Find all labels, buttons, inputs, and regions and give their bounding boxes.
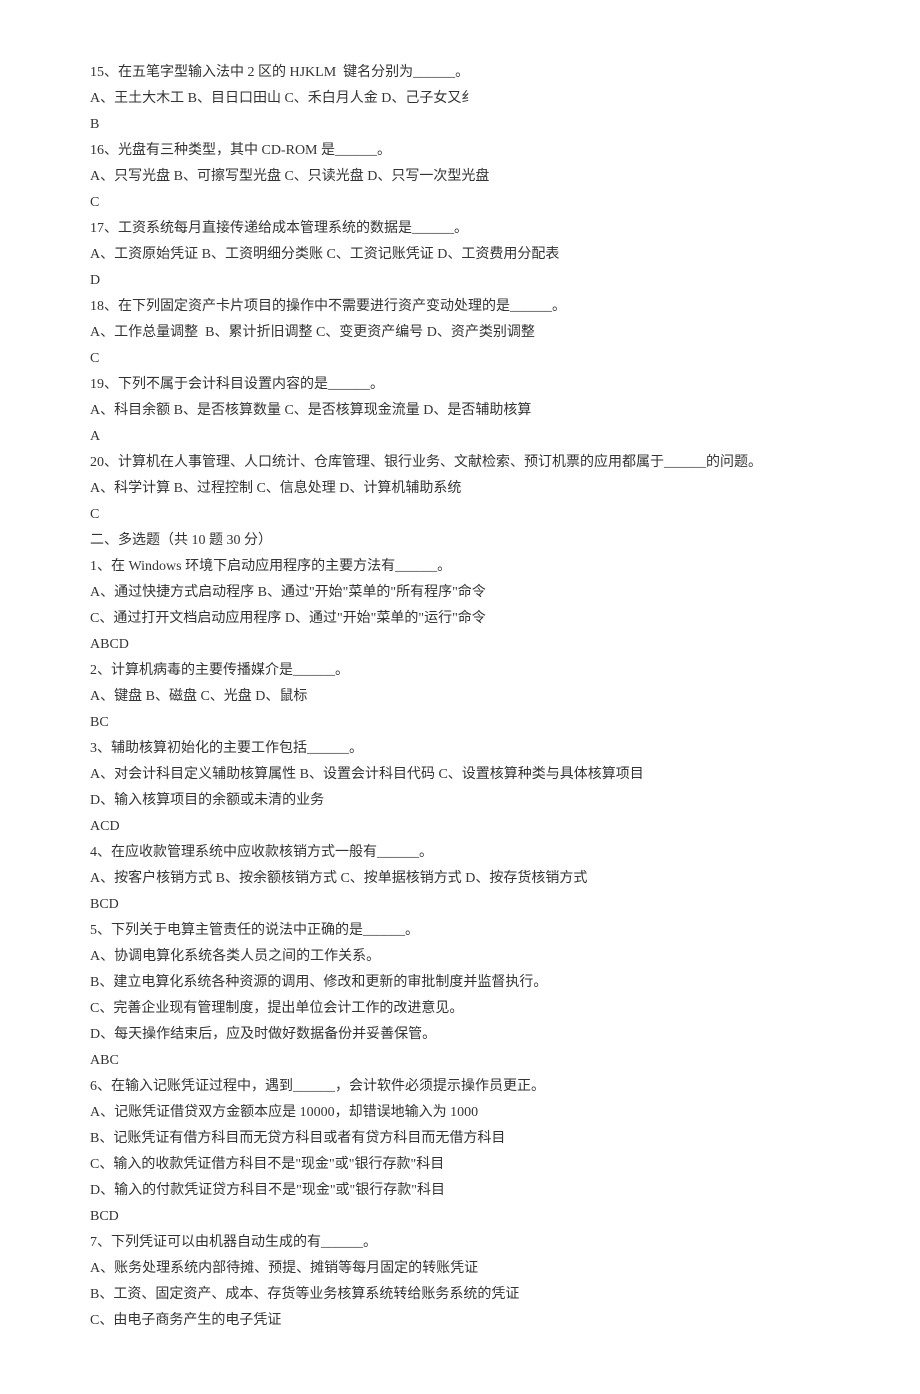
text-line: 5、下列关于电算主管责任的说法中正确的是______。 (90, 918, 830, 944)
text-line: 17、工资系统每月直接传递给成本管理系统的数据是______。 (90, 216, 830, 242)
text-line: C (90, 346, 830, 372)
text-line: A、键盘 B、磁盘 C、光盘 D、鼠标 (90, 684, 830, 710)
text-line: C、输入的收款凭证借方科目不是"现金"或"银行存款"科目 (90, 1152, 830, 1178)
text-line: D、每天操作结束后，应及时做好数据备份并妥善保管。 (90, 1022, 830, 1048)
text-line: ACD (90, 814, 830, 840)
text-line: ABCD (90, 632, 830, 658)
document-body: 15、在五笔字型输入法中 2 区的 HJKLM 键名分别为______。A、王土… (90, 60, 830, 1334)
text-line: A、协调电算化系统各类人员之间的工作关系。 (90, 944, 830, 970)
text-line: BC (90, 710, 830, 736)
text-line: A、按客户核销方式 B、按余额核销方式 C、按单据核销方式 D、按存货核销方式 (90, 866, 830, 892)
text-line: 4、在应收款管理系统中应收款核销方式一般有______。 (90, 840, 830, 866)
text-line: A、工作总量调整 B、累计折旧调整 C、变更资产编号 D、资产类别调整 (90, 320, 830, 346)
text-line: D、输入核算项目的余额或未清的业务 (90, 788, 830, 814)
text-line: 15、在五笔字型输入法中 2 区的 HJKLM 键名分别为______。 (90, 60, 830, 86)
text-line: A、只写光盘 B、可擦写型光盘 C、只读光盘 D、只写一次型光盘 (90, 164, 830, 190)
text-line: A、对会计科目定义辅助核算属性 B、设置会计科目代码 C、设置核算种类与具体核算… (90, 762, 830, 788)
text-line: A、记账凭证借贷双方金额本应是 10000，却错误地输入为 1000 (90, 1100, 830, 1126)
text-line: A、工资原始凭证 B、工资明细分类账 C、工资记账凭证 D、工资费用分配表 (90, 242, 830, 268)
text-line: BCD (90, 892, 830, 918)
text-line: 19、下列不属于会计科目设置内容的是______。 (90, 372, 830, 398)
text-line: A、通过快捷方式启动程序 B、通过"开始"菜单的"所有程序"命令 (90, 580, 830, 606)
text-line: BCD (90, 1204, 830, 1230)
text-line: C (90, 190, 830, 216)
text-line: D、输入的付款凭证贷方科目不是"现金"或"银行存款"科目 (90, 1178, 830, 1204)
text-line: C、由电子商务产生的电子凭证 (90, 1308, 830, 1334)
text-line: C、完善企业现有管理制度，提出单位会计工作的改进意见。 (90, 996, 830, 1022)
text-line: ABC (90, 1048, 830, 1074)
text-line: A、科目余额 B、是否核算数量 C、是否核算现金流量 D、是否辅助核算 (90, 398, 830, 424)
text-line: 20、计算机在人事管理、人口统计、仓库管理、银行业务、文献检索、预订机票的应用都… (90, 450, 830, 476)
text-line: B (90, 112, 830, 138)
text-line: 7、下列凭证可以由机器自动生成的有______。 (90, 1230, 830, 1256)
text-line: 1、在 Windows 环境下启动应用程序的主要方法有______。 (90, 554, 830, 580)
text-line: 6、在输入记账凭证过程中，遇到______，会计软件必须提示操作员更正。 (90, 1074, 830, 1100)
text-line: B、工资、固定资产、成本、存货等业务核算系统转给账务系统的凭证 (90, 1282, 830, 1308)
text-line: A、账务处理系统内部待摊、预提、摊销等每月固定的转账凭证 (90, 1256, 830, 1282)
text-line: 16、光盘有三种类型，其中 CD-ROM 是______。 (90, 138, 830, 164)
text-line: B、记账凭证有借方科目而无贷方科目或者有贷方科目而无借方科目 (90, 1126, 830, 1152)
text-line: A (90, 424, 830, 450)
text-line: C、通过打开文档启动应用程序 D、通过"开始"菜单的"运行"命令 (90, 606, 830, 632)
text-line: A、科学计算 B、过程控制 C、信息处理 D、计算机辅助系统 (90, 476, 830, 502)
text-line: 2、计算机病毒的主要传播媒介是______。 (90, 658, 830, 684)
text-line: 3、辅助核算初始化的主要工作包括______。 (90, 736, 830, 762)
text-line: 18、在下列固定资产卡片项目的操作中不需要进行资产变动处理的是______。 (90, 294, 830, 320)
text-line: C (90, 502, 830, 528)
text-line: D (90, 268, 830, 294)
text-line: B、建立电算化系统各种资源的调用、修改和更新的审批制度并监督执行。 (90, 970, 830, 996)
text-line: 二、多选题（共 10 题 30 分） (90, 528, 830, 554)
text-line: A、王土大木工 B、目日口田山 C、禾白月人金 D、己子女又纟 (90, 86, 830, 112)
